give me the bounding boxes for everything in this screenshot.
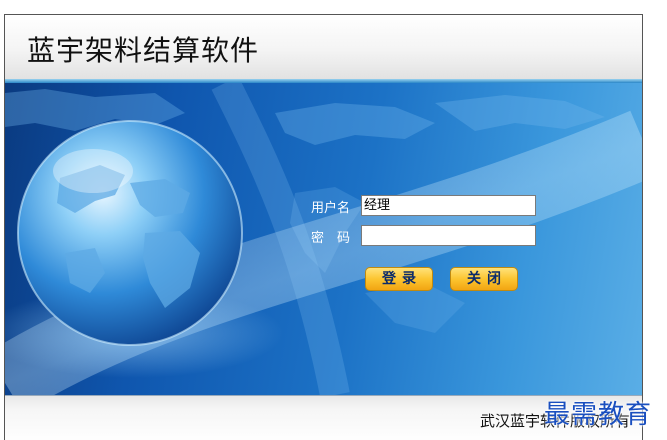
- watermark: 最需教育: [544, 400, 653, 430]
- header-bar: 蓝宇架料结算软件: [5, 15, 642, 79]
- app-title: 蓝宇架料结算软件: [27, 34, 260, 67]
- username-label: 用户名: [311, 201, 351, 216]
- globe-icon: [18, 121, 242, 345]
- banner: 用户名 经理 密 码 登录 关闭: [5, 83, 642, 395]
- username-input[interactable]: 经理: [361, 195, 536, 216]
- close-button[interactable]: 关闭: [450, 267, 518, 291]
- login-button[interactable]: 登录: [365, 267, 433, 291]
- login-window: 蓝宇架料结算软件 用户名 经理 密 码 登录 关闭 武汉蓝宇软件版权所有: [4, 14, 643, 440]
- password-input[interactable]: [361, 225, 536, 246]
- password-label: 密 码: [311, 231, 351, 246]
